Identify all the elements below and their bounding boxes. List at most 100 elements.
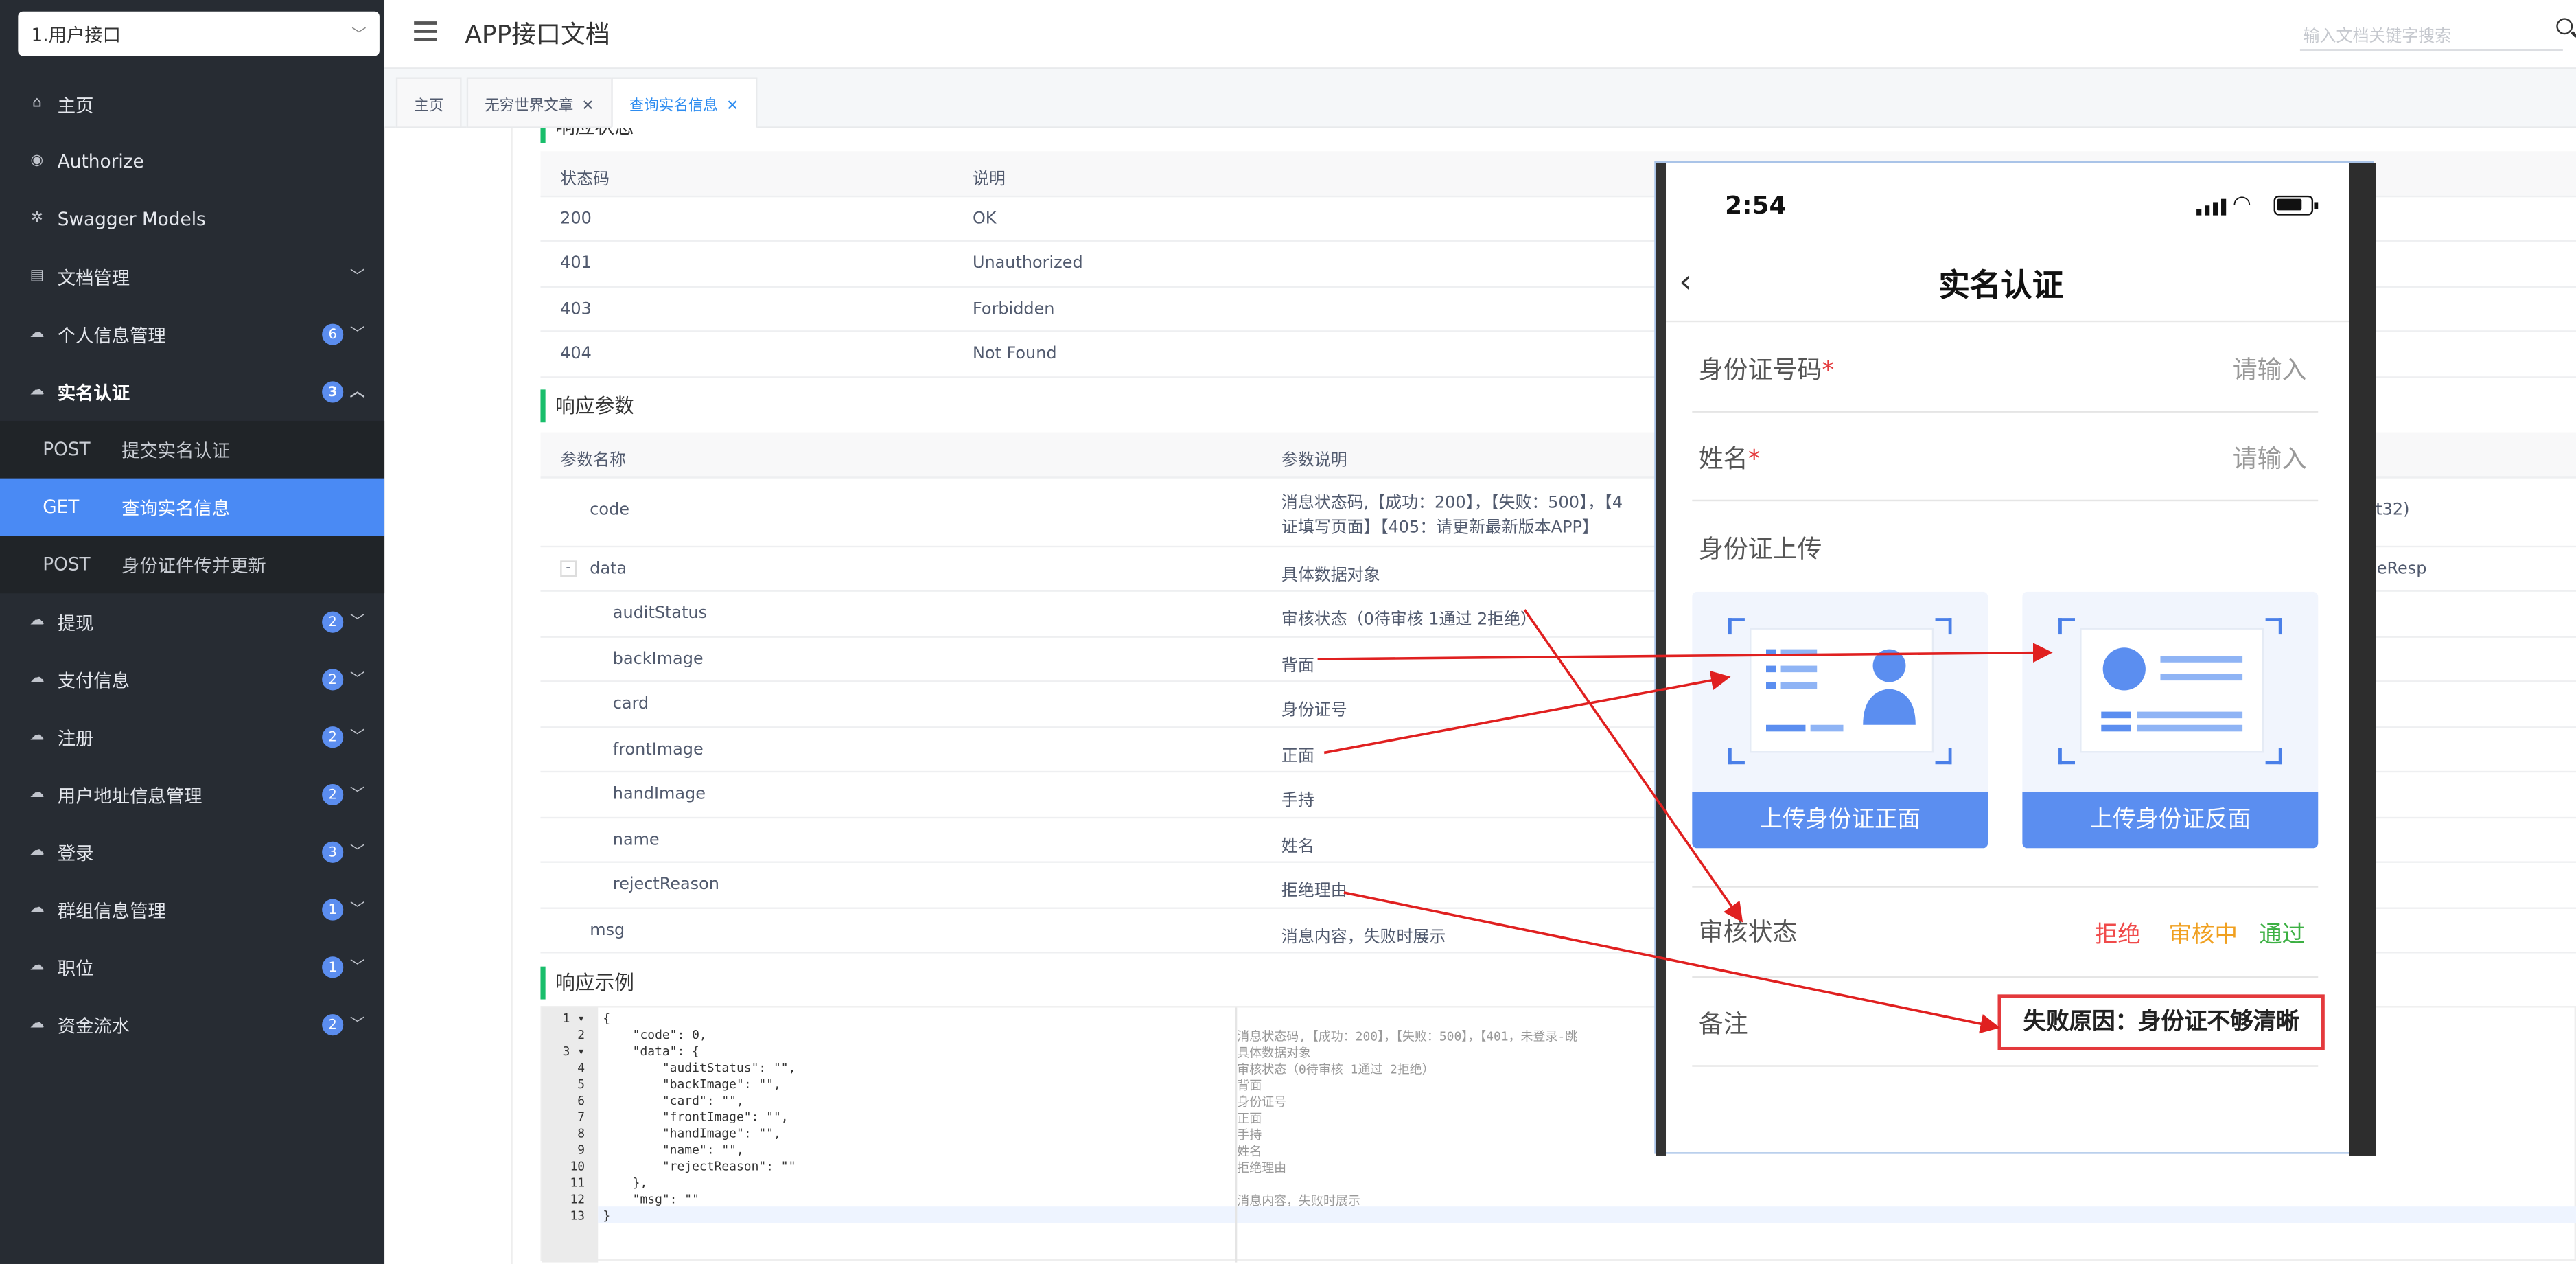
- required-mark: *: [1748, 444, 1761, 474]
- corner-bracket: [2265, 748, 2282, 765]
- sidebar-item-label: 登录: [57, 842, 94, 864]
- sidebar-subitem-upload[interactable]: POST 身份证件传并更新: [0, 536, 385, 594]
- sidebar-item-realname[interactable]: ☁ 实名认证 3 ︿: [0, 363, 384, 421]
- section-response-params: 响应参数: [540, 389, 634, 423]
- line-number: 11: [570, 1175, 585, 1191]
- home-icon: ⌂: [32, 95, 42, 112]
- cell: 手持: [1281, 792, 1314, 811]
- sidebar-item-authorize[interactable]: ◉ Authorize: [0, 133, 384, 191]
- cell: 消息状态码,【成功：200】，【失败：500】，【4: [1281, 494, 1623, 512]
- corner-bracket: [2265, 618, 2282, 635]
- search-icon[interactable]: [2556, 18, 2573, 35]
- divider: [1692, 499, 2319, 502]
- line-number: 2: [577, 1027, 585, 1042]
- sidebar-item-register[interactable]: ☁ 注册 2 ﹀: [0, 709, 384, 766]
- sidebar-item-fund-flow[interactable]: ☁ 资金流水 2 ﹀: [0, 996, 384, 1054]
- app-title: APP接口文档: [465, 19, 610, 49]
- sidebar-item-personal-info[interactable]: ☁ 个人信息管理 6 ﹀: [0, 306, 384, 363]
- line-number: 4: [577, 1060, 585, 1075]
- header-cell: 参数说明: [1281, 452, 1347, 470]
- id-front-icon: [1750, 628, 1934, 753]
- status-time: 2:54: [1725, 190, 1787, 220]
- chevron-down-icon: ﹀: [351, 27, 367, 45]
- cell: 消息内容，失败时展示: [1281, 928, 1446, 946]
- sidebar-item-label: 主页: [57, 94, 94, 116]
- http-method: POST: [43, 553, 91, 575]
- status-pending: 审核中: [2168, 922, 2238, 949]
- project-select[interactable]: 1.用户接口 ﹀: [18, 11, 380, 56]
- cell: 具体数据对象: [1281, 566, 1380, 585]
- id-front-illustration: [1766, 649, 1916, 732]
- sidebar-item-group[interactable]: ☁ 群组信息管理 1 ﹀: [0, 881, 384, 939]
- sidebar-item-address[interactable]: ☁ 用户地址信息管理 2 ﹀: [0, 766, 384, 824]
- divider: [1692, 411, 2319, 413]
- sidebar-subitem-label: 身份证件传并更新: [121, 554, 266, 577]
- line-number: 8: [577, 1125, 585, 1141]
- tab-label: 主页: [414, 98, 444, 115]
- tab-query-realname[interactable]: 查询实名信息 ✕: [611, 77, 757, 128]
- code-line: "handImage": "",: [603, 1125, 781, 1141]
- chevron-down-icon: ﹀: [349, 729, 365, 746]
- code-line: "data": {: [603, 1044, 699, 1059]
- cell: 正面: [1281, 747, 1314, 766]
- sidebar-subitem-submit[interactable]: POST 提交实名认证: [0, 420, 385, 479]
- cell: 姓名: [1281, 837, 1314, 856]
- upload-front-card[interactable]: 上传身份证正面: [1692, 591, 1988, 849]
- doc-icon: ▤: [30, 268, 45, 285]
- chevron-down-icon: ﹀: [349, 787, 365, 804]
- battery-icon: [2273, 195, 2319, 216]
- cell: msg: [590, 921, 625, 940]
- cloud-icon: ☁: [30, 382, 45, 400]
- cell: data: [590, 560, 627, 578]
- sidebar-item-doc-manage[interactable]: ▤ 文档管理 ﹀: [0, 248, 384, 306]
- back-arrow-icon[interactable]: ‹: [1679, 262, 1692, 301]
- status-reject: 拒绝: [2094, 922, 2141, 949]
- id-number-input[interactable]: 请输入: [2233, 352, 2307, 386]
- cloud-icon: ☁: [30, 958, 45, 975]
- upload-back-card[interactable]: 上传身份证反面: [2022, 591, 2319, 849]
- code-comment: 消息内容，失败时展示: [1237, 1193, 1360, 1208]
- count-badge: 2: [322, 611, 344, 633]
- sidebar: 1.用户接口 ﹀ ⌂ 主页 ◉ Authorize ✲ Swagger Models ▤…: [0, 0, 385, 1264]
- close-icon[interactable]: ✕: [726, 99, 739, 115]
- sidebar-subitem-query[interactable]: GET 查询实名信息: [0, 478, 385, 536]
- count-badge: 2: [322, 783, 344, 806]
- cloud-icon: ☁: [30, 325, 45, 342]
- label-text: 身份证号码: [1698, 355, 1822, 385]
- search-input[interactable]: 输入文档关键字搜索: [2299, 16, 2563, 51]
- tab-label: 无穷世界文章: [485, 98, 574, 115]
- tab-home[interactable]: 主页: [395, 77, 462, 128]
- sidebar-item-home[interactable]: ⌂ 主页: [0, 76, 384, 133]
- chevron-down-icon: ﹀: [349, 1017, 365, 1034]
- sidebar-item-position[interactable]: ☁ 职位 1 ﹀: [0, 939, 384, 996]
- name-input[interactable]: 请输入: [2233, 441, 2307, 475]
- sidebar-item-login[interactable]: ☁ 登录 3 ﹀: [0, 823, 384, 881]
- header-cell: 参数名称: [560, 452, 626, 470]
- cloud-icon: ☁: [30, 1015, 45, 1033]
- code-line: },: [603, 1175, 648, 1191]
- sidebar-item-label: 注册: [57, 727, 94, 749]
- sidebar-item-label: 用户地址信息管理: [57, 785, 202, 807]
- phone-mockup: 2:54 ◠ ‹ 实名认证 身份证号码* 请输入 姓名* 请输入 身份证上传 上…: [1654, 161, 2376, 1156]
- project-select-value: 1.用户接口: [31, 24, 121, 47]
- corner-bracket: [1935, 618, 1952, 635]
- upload-back-button[interactable]: 上传身份证反面: [2022, 792, 2319, 849]
- menu-toggle-icon[interactable]: [414, 21, 437, 41]
- cell: 拒绝理由: [1281, 882, 1347, 901]
- count-badge: 3: [322, 841, 344, 863]
- sidebar-item-payment[interactable]: ☁ 支付信息 2 ﹀: [0, 651, 384, 709]
- name-label: 姓名*: [1699, 441, 1761, 475]
- cloud-icon: ☁: [30, 612, 45, 630]
- sidebar-item-label: 支付信息: [57, 669, 130, 691]
- close-icon[interactable]: ✕: [581, 99, 594, 115]
- code-line: "rejectReason": "": [603, 1158, 796, 1174]
- tab-article[interactable]: 无穷世界文章 ✕: [466, 77, 612, 128]
- code-line: "name": "",: [603, 1142, 744, 1158]
- corner-bracket: [2058, 748, 2075, 765]
- sidebar-item-swagger-models[interactable]: ✲ Swagger Models: [0, 191, 384, 249]
- upload-front-button[interactable]: 上传身份证正面: [1692, 792, 1988, 849]
- sidebar-item-withdraw[interactable]: ☁ 提现 2 ﹀: [0, 593, 384, 651]
- chevron-down-icon: ﹀: [349, 327, 365, 344]
- top-bar: APP接口文档 输入文档关键字搜索: [384, 0, 2576, 69]
- collapse-toggle[interactable]: -: [560, 560, 577, 577]
